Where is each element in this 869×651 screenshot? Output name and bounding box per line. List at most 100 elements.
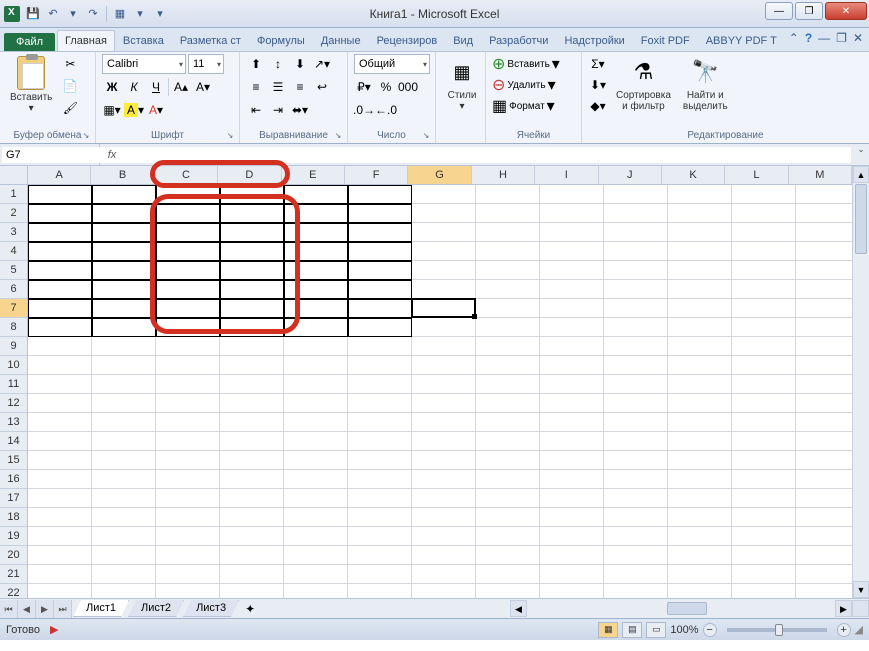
cell[interactable] (220, 318, 284, 337)
column-header-J[interactable]: J (599, 166, 662, 184)
cell[interactable] (412, 223, 476, 242)
column-header-I[interactable]: I (535, 166, 598, 184)
sheet-tab-Лист3[interactable]: Лист3 (183, 600, 239, 617)
orientation-button[interactable]: ↗▾ (312, 54, 332, 74)
cell[interactable] (156, 394, 220, 413)
cell[interactable] (604, 204, 668, 223)
row-header-6[interactable]: 6 (0, 280, 27, 299)
cell[interactable] (92, 356, 156, 375)
cell[interactable] (732, 280, 796, 299)
cell[interactable] (476, 356, 540, 375)
redo-button[interactable]: ↷ (84, 5, 102, 23)
percent-button[interactable]: % (376, 77, 396, 97)
fill-color-button[interactable]: A▾ (124, 100, 144, 120)
horizontal-scrollbar[interactable]: ◀ ▶ (510, 600, 852, 617)
tab-рецензиров[interactable]: Рецензиров (369, 30, 446, 51)
cell[interactable] (540, 280, 604, 299)
underline-button[interactable]: Ч (146, 77, 166, 97)
cell[interactable] (668, 204, 732, 223)
fx-button[interactable]: fx (100, 149, 124, 161)
cell[interactable] (156, 356, 220, 375)
cell[interactable] (348, 394, 412, 413)
cell[interactable] (604, 280, 668, 299)
row-header-3[interactable]: 3 (0, 223, 27, 242)
cell[interactable] (92, 299, 156, 318)
cell[interactable] (476, 242, 540, 261)
cell[interactable] (796, 546, 860, 565)
zoom-slider[interactable] (727, 628, 827, 632)
cell[interactable] (348, 223, 412, 242)
cell[interactable] (284, 185, 348, 204)
delete-cells-button[interactable]: ⊖Удалить ▾ (492, 75, 556, 95)
cell[interactable] (220, 489, 284, 508)
cell[interactable] (668, 242, 732, 261)
cell[interactable] (156, 527, 220, 546)
cell[interactable] (476, 508, 540, 527)
cell[interactable] (348, 432, 412, 451)
cell[interactable] (92, 508, 156, 527)
cell[interactable] (732, 337, 796, 356)
cell[interactable] (476, 223, 540, 242)
cell[interactable] (604, 318, 668, 337)
column-header-M[interactable]: M (789, 166, 852, 184)
column-header-F[interactable]: F (345, 166, 408, 184)
row-header-2[interactable]: 2 (0, 204, 27, 223)
font-color-button[interactable]: A▾ (146, 100, 166, 120)
decrease-decimal-button[interactable]: ←.0 (376, 100, 396, 120)
cell[interactable] (92, 375, 156, 394)
cell[interactable] (732, 356, 796, 375)
sheet-nav-1[interactable]: ◀ (18, 600, 36, 618)
maximize-button[interactable]: ❐ (795, 2, 823, 20)
cell[interactable] (732, 185, 796, 204)
cell[interactable] (412, 508, 476, 527)
cell[interactable] (412, 337, 476, 356)
cell[interactable] (540, 223, 604, 242)
cell[interactable] (412, 299, 476, 318)
cell[interactable] (668, 394, 732, 413)
cell[interactable] (284, 432, 348, 451)
cell[interactable] (476, 261, 540, 280)
cell[interactable] (284, 356, 348, 375)
decrease-indent-button[interactable]: ⇤ (246, 100, 266, 120)
cell[interactable] (796, 337, 860, 356)
cell[interactable] (348, 451, 412, 470)
cell[interactable] (220, 185, 284, 204)
dialog-launcher-icon[interactable]: ↘ (421, 131, 431, 141)
cell[interactable] (732, 261, 796, 280)
cell[interactable] (540, 375, 604, 394)
insert-cells-button[interactable]: ⊕Вставить ▾ (492, 54, 560, 74)
zoom-knob[interactable] (775, 624, 783, 636)
scroll-up-button[interactable]: ▲ (853, 166, 869, 183)
cell[interactable] (604, 546, 668, 565)
cell[interactable] (412, 470, 476, 489)
cell[interactable] (156, 413, 220, 432)
row-header-16[interactable]: 16 (0, 470, 27, 489)
cell[interactable] (732, 242, 796, 261)
cell[interactable] (348, 280, 412, 299)
cell[interactable] (220, 546, 284, 565)
cell[interactable] (732, 508, 796, 527)
row-header-14[interactable]: 14 (0, 432, 27, 451)
cell[interactable] (92, 432, 156, 451)
cell[interactable] (540, 185, 604, 204)
cell[interactable] (604, 394, 668, 413)
cell[interactable] (796, 261, 860, 280)
cell[interactable] (796, 470, 860, 489)
column-header-H[interactable]: H (472, 166, 535, 184)
ribbon-minimize-icon[interactable]: ⌃ (789, 31, 799, 45)
cell[interactable] (732, 546, 796, 565)
cell[interactable] (28, 337, 92, 356)
bold-button[interactable]: Ж (102, 77, 122, 97)
cell[interactable] (220, 223, 284, 242)
align-center-button[interactable]: ☰ (268, 77, 288, 97)
cell[interactable] (412, 204, 476, 223)
sort-filter-button[interactable]: ⚗ Сортировка и фильтр (612, 54, 675, 114)
cell[interactable] (540, 299, 604, 318)
cell[interactable] (732, 489, 796, 508)
cell[interactable] (668, 565, 732, 584)
zoom-level[interactable]: 100% (670, 624, 698, 636)
cell[interactable] (156, 185, 220, 204)
cell[interactable] (412, 413, 476, 432)
cell[interactable] (156, 261, 220, 280)
scroll-thumb[interactable] (855, 184, 867, 254)
